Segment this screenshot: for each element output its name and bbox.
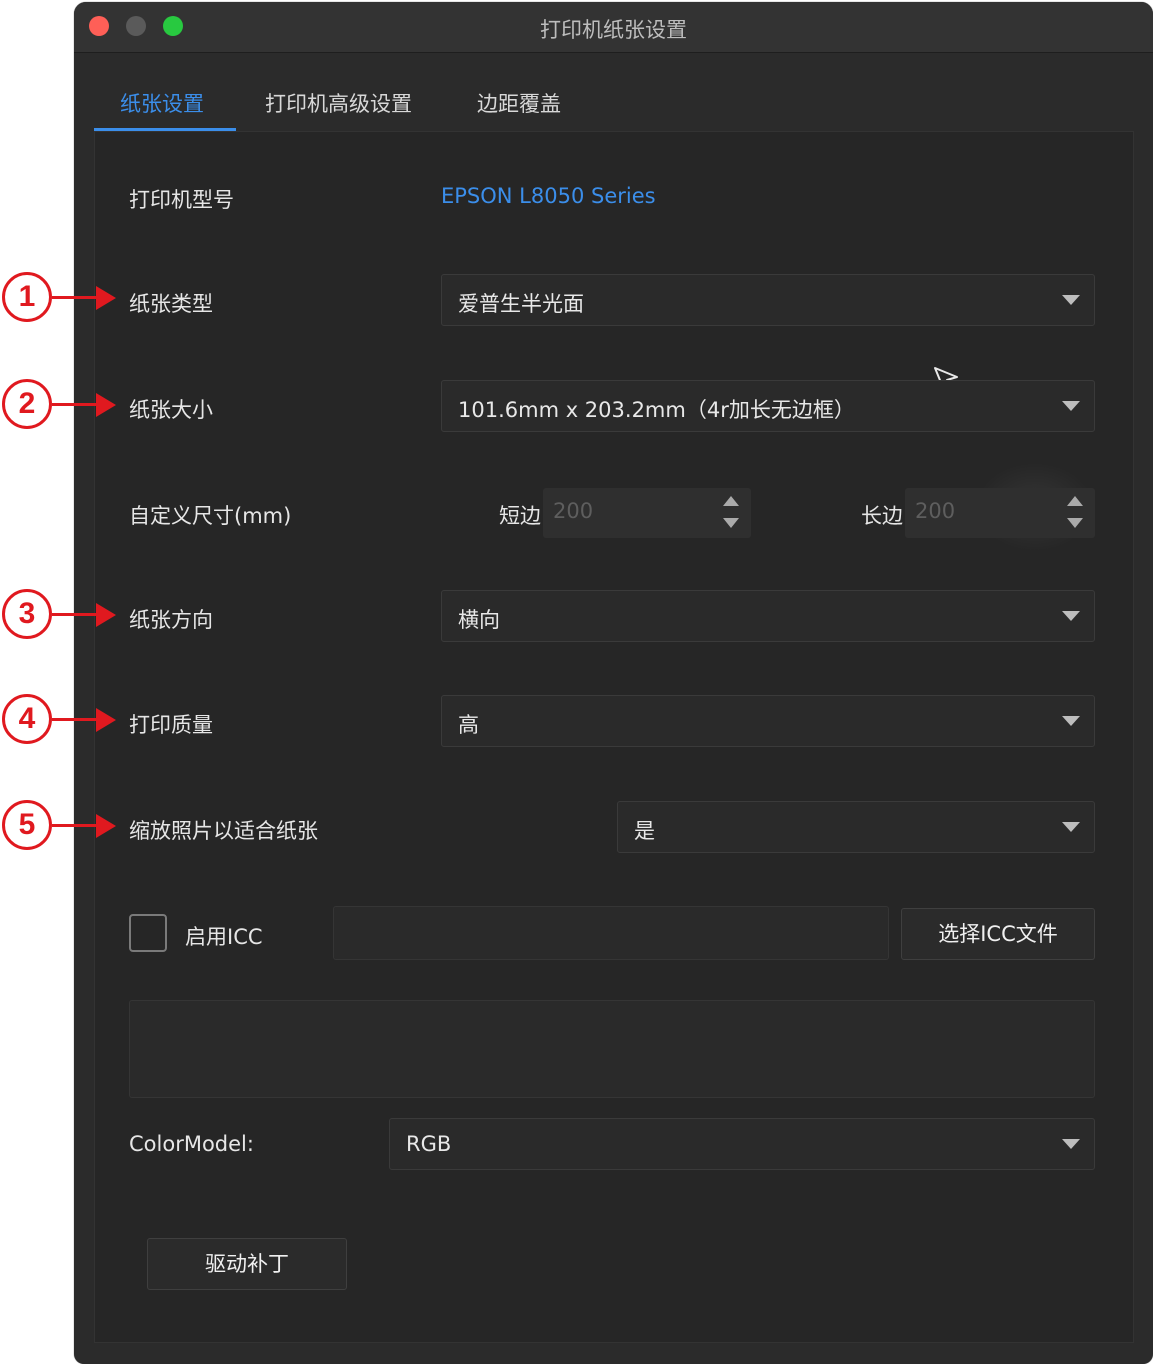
tab-paper-settings[interactable]: 纸张设置 xyxy=(120,88,204,118)
paper-type-select[interactable]: 爱普生半光面 xyxy=(441,274,1095,326)
paper-size-label: 纸张大小 xyxy=(129,398,213,422)
print-quality-label: 打印质量 xyxy=(129,713,213,737)
scale-to-fit-label: 缩放照片以适合纸张 xyxy=(129,819,318,843)
arrow-right-icon xyxy=(96,814,116,838)
short-side-input[interactable] xyxy=(551,498,695,524)
enable-icc-label: 启用ICC xyxy=(185,925,263,949)
print-quality-selected: 高 xyxy=(458,713,479,737)
stepper-down-icon[interactable] xyxy=(1067,518,1083,528)
printer-model-label: 打印机型号 xyxy=(129,188,234,212)
arrow-right-icon xyxy=(96,286,116,310)
orientation-label: 纸张方向 xyxy=(129,608,213,632)
callout-4: 4 xyxy=(0,692,120,752)
title-bar: 打印机纸张设置 xyxy=(74,2,1153,53)
callout-2: 2 xyxy=(0,377,120,437)
short-side-label: 短边 xyxy=(499,504,541,528)
arrow-right-icon xyxy=(96,708,116,732)
printer-paper-settings-window: 打印机纸张设置 纸张设置 打印机高级设置 边距覆盖 打印机型号 EPSON L8… xyxy=(74,2,1153,1364)
scale-to-fit-select[interactable]: 是 xyxy=(617,801,1095,853)
select-icc-file-button[interactable]: 选择ICC文件 xyxy=(901,908,1095,960)
custom-size-label: 自定义尺寸(mm) xyxy=(129,504,292,528)
chevron-down-icon xyxy=(1062,1139,1080,1149)
callout-1: 1 xyxy=(0,270,120,330)
callout-arrow-line xyxy=(52,718,98,721)
callout-arrow-line xyxy=(52,613,98,616)
short-side-stepper[interactable] xyxy=(543,488,751,538)
long-side-stepper[interactable] xyxy=(905,488,1095,538)
arrow-right-icon xyxy=(96,393,116,417)
color-model-label: ColorModel: xyxy=(129,1132,254,1156)
chevron-down-icon xyxy=(1062,716,1080,726)
chevron-down-icon xyxy=(1062,822,1080,832)
stepper-down-icon[interactable] xyxy=(723,518,739,528)
printer-model-value: EPSON L8050 Series xyxy=(441,184,656,208)
callout-3: 3 xyxy=(0,587,120,647)
paper-size-selected: 101.6mm x 203.2mm（4r加长无边框） xyxy=(458,398,855,422)
color-model-select[interactable]: RGB xyxy=(389,1118,1095,1170)
tab-printer-advanced[interactable]: 打印机高级设置 xyxy=(265,88,412,118)
paper-type-label: 纸张类型 xyxy=(129,292,213,316)
icc-file-path-field[interactable] xyxy=(333,906,889,960)
paper-settings-panel: 打印机型号 EPSON L8050 Series 纸张类型 爱普生半光面 纸张大… xyxy=(94,131,1134,1343)
callout-number: 3 xyxy=(2,589,52,639)
callout-arrow-line xyxy=(52,296,98,299)
enable-icc-checkbox[interactable] xyxy=(129,914,167,952)
window-title: 打印机纸张设置 xyxy=(540,18,687,42)
scale-to-fit-selected: 是 xyxy=(634,819,655,843)
callout-arrow-line xyxy=(52,403,98,406)
callout-number: 1 xyxy=(2,272,52,322)
driver-patch-button[interactable]: 驱动补丁 xyxy=(147,1238,347,1290)
stepper-up-icon[interactable] xyxy=(1067,496,1083,506)
paper-size-select[interactable]: 101.6mm x 203.2mm（4r加长无边框） xyxy=(441,380,1095,432)
orientation-selected: 横向 xyxy=(458,608,500,632)
tab-margin-override[interactable]: 边距覆盖 xyxy=(477,88,561,118)
callout-number: 4 xyxy=(2,694,52,744)
chevron-down-icon xyxy=(1062,295,1080,305)
chevron-down-icon xyxy=(1062,401,1080,411)
chevron-down-icon xyxy=(1062,611,1080,621)
print-quality-select[interactable]: 高 xyxy=(441,695,1095,747)
callout-arrow-line xyxy=(52,824,98,827)
callout-number: 2 xyxy=(2,379,52,429)
orientation-select[interactable]: 横向 xyxy=(441,590,1095,642)
icc-info-area xyxy=(129,1000,1095,1098)
color-model-selected: RGB xyxy=(406,1132,452,1156)
paper-type-selected: 爱普生半光面 xyxy=(458,292,584,316)
callout-5: 5 xyxy=(0,798,120,858)
arrow-right-icon xyxy=(96,603,116,627)
long-side-input[interactable] xyxy=(913,498,1057,524)
callout-number: 5 xyxy=(2,800,52,850)
long-side-label: 长边 xyxy=(861,504,903,528)
stepper-up-icon[interactable] xyxy=(723,496,739,506)
